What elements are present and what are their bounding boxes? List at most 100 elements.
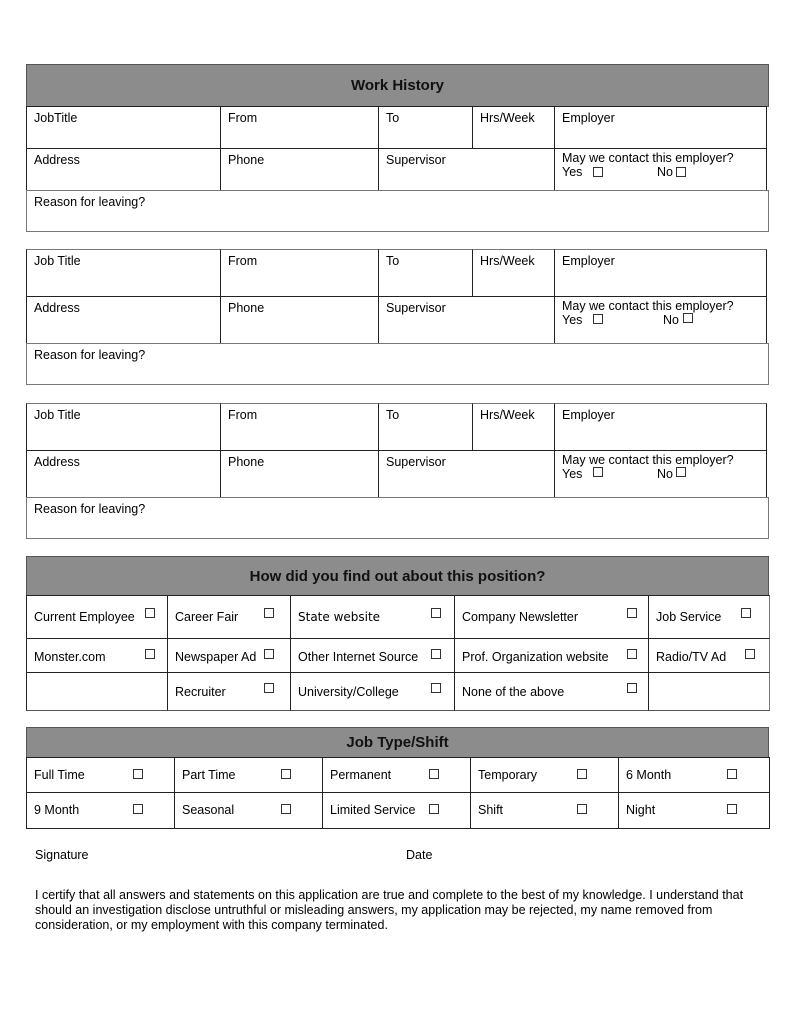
supervisor-field[interactable]: Supervisor xyxy=(378,450,555,498)
supervisor-field[interactable]: Supervisor xyxy=(378,148,555,191)
source-option-checkbox[interactable] xyxy=(431,608,441,618)
job-type-option-cell: Full Time xyxy=(26,757,175,794)
date-label: Date xyxy=(406,848,433,862)
supervisor-field[interactable]: Supervisor xyxy=(378,296,555,344)
to-field[interactable]: To xyxy=(378,403,473,451)
job-type-option-label: Shift xyxy=(478,803,504,817)
source-option-checkbox[interactable] xyxy=(627,608,637,618)
source-header: How did you find out about this position… xyxy=(26,556,769,596)
yes-label: Yes xyxy=(562,467,583,481)
address-field[interactable]: Address xyxy=(26,148,221,191)
source-option-checkbox[interactable] xyxy=(264,608,274,618)
source-option-label: State website xyxy=(298,610,381,624)
contact-yes-checkbox[interactable] xyxy=(593,467,603,477)
source-option-checkbox[interactable] xyxy=(264,649,274,659)
from-label: From xyxy=(228,111,258,125)
source-option-label: University/College xyxy=(298,685,399,699)
reason-label: Reason for leaving? xyxy=(34,195,146,209)
hrs-week-field[interactable]: Hrs/Week xyxy=(472,249,555,297)
job-title-label: Job Title xyxy=(34,254,81,268)
reason-for-leaving-field[interactable]: Reason for leaving? xyxy=(26,190,769,232)
from-field[interactable]: From xyxy=(220,403,379,451)
contact-question: May we contact this employer? xyxy=(562,299,734,313)
phone-field[interactable]: Phone xyxy=(220,450,379,498)
phone-label: Phone xyxy=(228,153,265,167)
no-label: No xyxy=(657,467,673,481)
source-option-checkbox[interactable] xyxy=(741,608,751,618)
contact-question: May we contact this employer? xyxy=(562,151,734,165)
job-title-field[interactable]: Job Title xyxy=(26,403,221,451)
job-type-option-checkbox[interactable] xyxy=(577,769,587,779)
hrs-week-field[interactable]: Hrs/Week xyxy=(472,106,555,149)
source-option-label: Company Newsletter xyxy=(462,610,579,624)
reason-for-leaving-field[interactable]: Reason for leaving? xyxy=(26,497,769,539)
employer-field[interactable]: Employer xyxy=(554,106,767,149)
contact-no-checkbox[interactable] xyxy=(683,313,693,323)
contact-no-checkbox[interactable] xyxy=(676,167,686,177)
source-option-checkbox[interactable] xyxy=(627,683,637,693)
to-field[interactable]: To xyxy=(378,249,473,297)
job-type-option-label: Full Time xyxy=(34,768,85,782)
address-label: Address xyxy=(34,455,80,469)
job-type-option-checkbox[interactable] xyxy=(727,769,737,779)
contact-no-checkbox[interactable] xyxy=(676,467,686,477)
address-label: Address xyxy=(34,301,80,315)
address-field[interactable]: Address xyxy=(26,296,221,344)
source-title: How did you find out about this position… xyxy=(249,567,546,585)
job-title-field[interactable]: JobTitle xyxy=(26,106,221,149)
source-option-cell: University/College xyxy=(290,672,456,711)
source-option-checkbox[interactable] xyxy=(145,649,155,659)
job-type-option-checkbox[interactable] xyxy=(727,804,737,814)
source-option-label: Current Employee xyxy=(34,610,135,624)
source-option-checkbox[interactable] xyxy=(627,649,637,659)
job-type-option-cell: Seasonal xyxy=(174,792,323,829)
source-option-checkbox[interactable] xyxy=(745,649,755,659)
source-option-cell: Monster.com xyxy=(26,638,170,674)
job-type-option-cell: 6 Month xyxy=(618,757,770,794)
contact-yes-checkbox[interactable] xyxy=(593,314,603,324)
job-type-option-cell: Limited Service xyxy=(322,792,471,829)
from-field[interactable]: From xyxy=(220,249,379,297)
source-option-label: Other Internet Source xyxy=(298,650,419,664)
hrs-week-field[interactable]: Hrs/Week xyxy=(472,403,555,451)
contact-yes-checkbox[interactable] xyxy=(593,167,603,177)
date-field[interactable]: Date xyxy=(406,848,432,862)
source-option-checkbox[interactable] xyxy=(431,683,441,693)
supervisor-label: Supervisor xyxy=(386,153,446,167)
source-option-cell: Career Fair xyxy=(167,595,292,640)
phone-field[interactable]: Phone xyxy=(220,148,379,191)
source-option-checkbox[interactable] xyxy=(264,683,274,693)
empty-cell xyxy=(648,672,770,711)
job-type-option-checkbox[interactable] xyxy=(281,804,291,814)
to-label: To xyxy=(386,111,400,125)
job-type-option-checkbox[interactable] xyxy=(133,804,143,814)
employer-field[interactable]: Employer xyxy=(554,249,767,297)
employer-field[interactable]: Employer xyxy=(554,403,767,451)
phone-field[interactable]: Phone xyxy=(220,296,379,344)
source-option-cell: Current Employee xyxy=(26,595,170,640)
contact-employer-cell: May we contact this employer? Yes No xyxy=(554,450,767,498)
job-type-option-checkbox[interactable] xyxy=(429,769,439,779)
job-type-option-checkbox[interactable] xyxy=(133,769,143,779)
from-label: From xyxy=(228,254,258,268)
supervisor-label: Supervisor xyxy=(386,455,446,469)
job-type-option-checkbox[interactable] xyxy=(577,804,587,814)
address-field[interactable]: Address xyxy=(26,450,221,498)
job-type-option-checkbox[interactable] xyxy=(429,804,439,814)
source-option-cell: Recruiter xyxy=(167,672,292,711)
source-option-cell: Radio/TV Ad xyxy=(648,638,770,674)
from-field[interactable]: From xyxy=(220,106,379,149)
employer-label: Employer xyxy=(562,111,615,125)
reason-label: Reason for leaving? xyxy=(34,502,146,516)
job-title-label: Job Title xyxy=(34,408,81,422)
reason-for-leaving-field[interactable]: Reason for leaving? xyxy=(26,343,769,385)
source-option-checkbox[interactable] xyxy=(145,608,155,618)
yes-label: Yes xyxy=(562,165,583,179)
job-type-option-checkbox[interactable] xyxy=(281,769,291,779)
signature-field[interactable]: Signature xyxy=(35,848,89,862)
job-title-field[interactable]: Job Title xyxy=(26,249,221,297)
to-label: To xyxy=(386,254,400,268)
source-option-checkbox[interactable] xyxy=(431,649,441,659)
empty-cell xyxy=(26,672,170,711)
to-field[interactable]: To xyxy=(378,106,473,149)
